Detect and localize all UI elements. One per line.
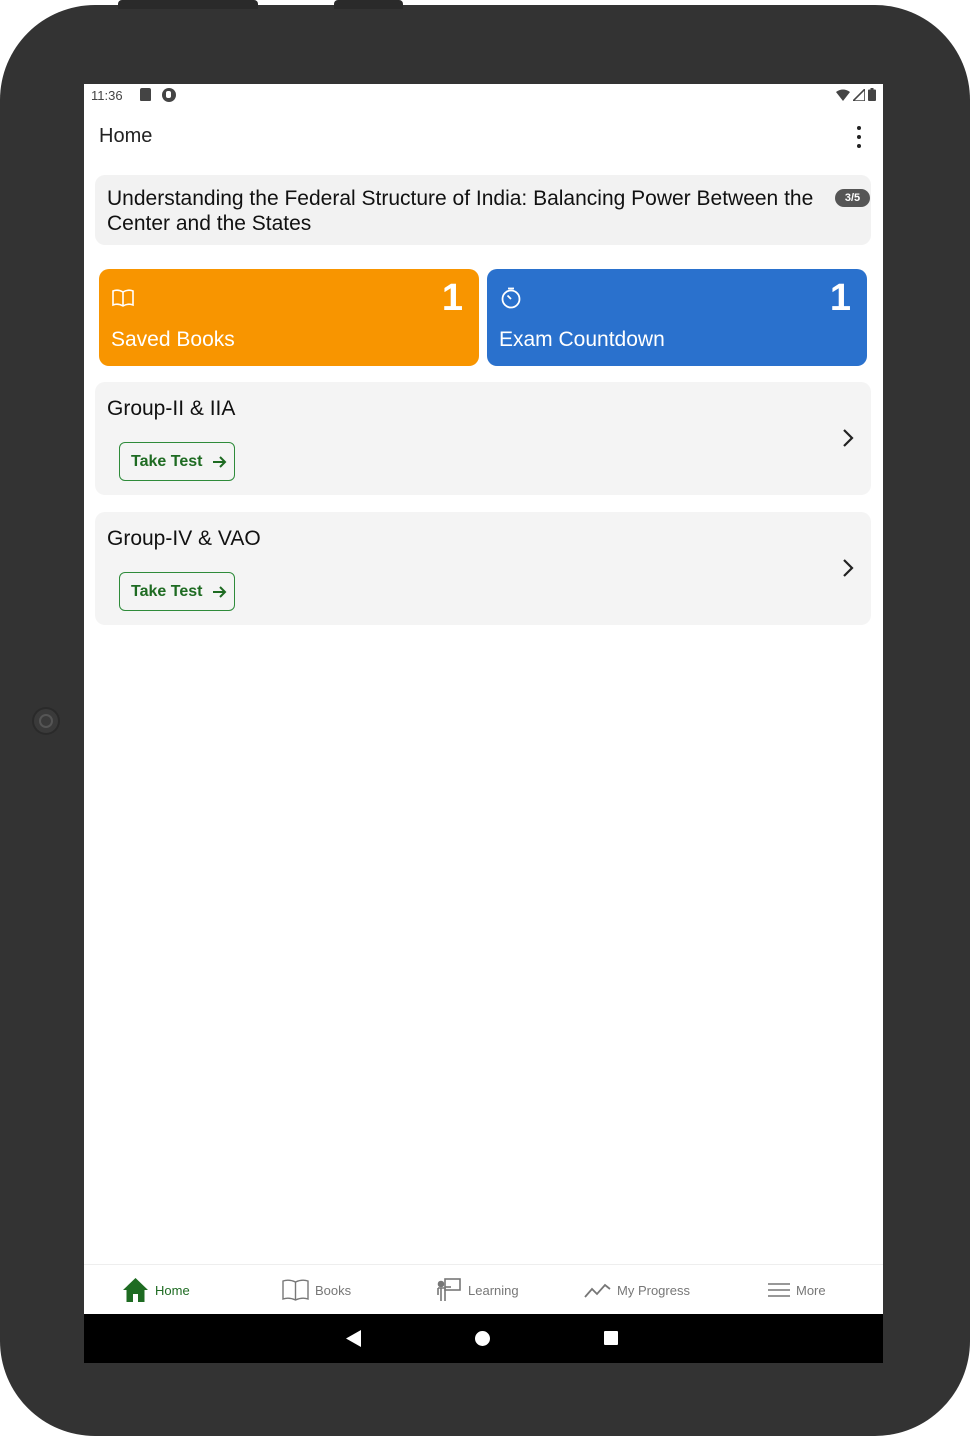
back-icon[interactable] (346, 1330, 361, 1347)
nav-label: More (796, 1282, 826, 1298)
battery-icon (868, 88, 876, 101)
system-navigation-bar (84, 1314, 883, 1363)
take-test-button[interactable]: Take Test (119, 442, 235, 481)
saved-books-label: Saved Books (111, 328, 235, 351)
book-icon (282, 1279, 309, 1301)
arrow-right-icon (213, 585, 227, 598)
home-circle-icon[interactable] (475, 1331, 490, 1346)
hamburger-menu-icon (768, 1283, 790, 1297)
page-title: Home (99, 125, 153, 147)
group-card-2[interactable]: Group-IV & VAO Take Test (95, 512, 871, 625)
recents-icon[interactable] (604, 1331, 618, 1345)
status-bar: 11:36 (84, 84, 883, 108)
nav-my-progress[interactable]: My Progress (584, 1265, 690, 1315)
arrow-right-icon (213, 455, 227, 468)
wifi-icon (836, 89, 850, 101)
group-title: Group-II & IIA (107, 397, 236, 420)
announcement-banner[interactable]: Understanding the Federal Structure of I… (95, 175, 871, 245)
teacher-board-icon (437, 1278, 461, 1301)
status-time: 11:36 (91, 88, 123, 103)
nav-books[interactable]: Books (282, 1265, 351, 1315)
chevron-right-icon (843, 429, 854, 447)
banner-text: Understanding the Federal Structure of I… (107, 187, 814, 235)
saved-books-tile[interactable]: 1 Saved Books (99, 269, 479, 366)
nav-label: Home (155, 1282, 190, 1298)
status-icons (836, 88, 876, 101)
exam-countdown-label: Exam Countdown (499, 328, 665, 351)
take-test-label: Take Test (131, 452, 203, 470)
nav-more[interactable]: More (768, 1265, 826, 1315)
chevron-right-icon (843, 559, 854, 577)
trend-line-icon (584, 1283, 611, 1298)
app-screen: 11:36 Home Understanding the Federal Str… (84, 84, 883, 1363)
volume-button (118, 0, 258, 9)
timer-icon (501, 287, 521, 309)
sd-card-icon (140, 88, 151, 101)
front-camera (32, 707, 60, 735)
bottom-navigation: Home Books Learning My Progress More (84, 1264, 883, 1315)
saved-books-count: 1 (441, 277, 463, 319)
home-icon (123, 1278, 148, 1302)
group-card-1[interactable]: Group-II & IIA Take Test (95, 382, 871, 495)
take-test-label: Take Test (131, 582, 203, 600)
app-bar: Home (84, 108, 883, 164)
banner-page-badge: 3/5 (835, 189, 870, 207)
group-title: Group-IV & VAO (107, 527, 261, 550)
power-button (334, 0, 403, 9)
book-open-icon (112, 289, 134, 307)
nav-label: Books (315, 1282, 352, 1298)
nav-label: My Progress (617, 1282, 690, 1298)
take-test-button[interactable]: Take Test (119, 572, 235, 611)
nav-learning[interactable]: Learning (436, 1265, 519, 1315)
signal-icon (853, 88, 865, 101)
exam-countdown-count: 1 (829, 277, 851, 319)
exam-countdown-tile[interactable]: 1 Exam Countdown (487, 269, 867, 366)
nav-label: Learning (468, 1282, 519, 1298)
nav-home[interactable]: Home (122, 1265, 190, 1315)
overflow-menu-icon[interactable] (851, 126, 867, 148)
notification-icon (162, 88, 176, 102)
